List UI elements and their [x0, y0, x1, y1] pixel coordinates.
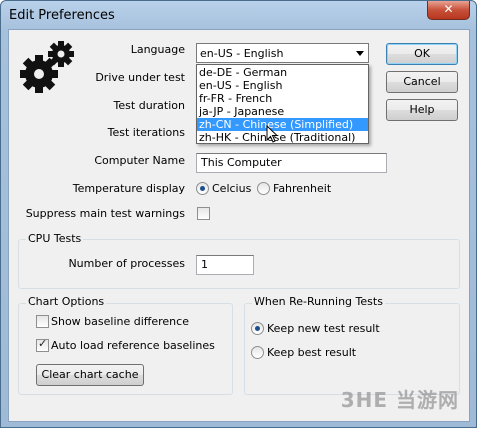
- suppress-label: Suppress main test warnings: [25, 207, 185, 220]
- language-option[interactable]: de-DE - German: [197, 66, 368, 79]
- keep-new-radio[interactable]: [251, 322, 264, 335]
- mouse-cursor-icon: [266, 125, 279, 143]
- fahrenheit-radio[interactable]: [257, 182, 270, 195]
- celcius-radio[interactable]: [196, 182, 209, 195]
- title-bar: Edit Preferences ✕: [1, 1, 476, 29]
- computer-name-label: Computer Name: [94, 154, 185, 167]
- ok-button[interactable]: OK: [386, 43, 458, 65]
- gears-icon: [20, 41, 74, 93]
- language-option-highlighted[interactable]: zh-CN - Chinese (Simplified): [197, 118, 368, 131]
- dialog-body: Language Drive under test Test duration …: [8, 29, 470, 422]
- watermark-logo: 3HE 当游网: [340, 388, 459, 412]
- keep-best-label: Keep best result: [267, 346, 357, 359]
- language-option[interactable]: zh-HK - Chinese (Traditional): [197, 131, 368, 144]
- show-baseline-label: Show baseline difference: [51, 315, 189, 328]
- processes-label: Number of processes: [68, 257, 185, 270]
- language-label: Language: [130, 43, 185, 56]
- help-button[interactable]: Help: [386, 99, 458, 121]
- computer-name-field[interactable]: This Computer: [196, 153, 387, 173]
- window-title: Edit Preferences: [9, 8, 115, 23]
- chart-options-title: Chart Options: [26, 295, 107, 308]
- suppress-warnings-checkbox[interactable]: [197, 207, 210, 220]
- language-option[interactable]: ja-JP - Japanese: [197, 105, 368, 118]
- keep-new-label: Keep new test result: [267, 322, 380, 335]
- language-selected-value: en-US - English: [200, 47, 284, 60]
- processes-field[interactable]: 1: [196, 255, 254, 275]
- language-dropdown: de-DE - German en-US - English fr-FR - F…: [196, 64, 369, 144]
- cancel-button[interactable]: Cancel: [386, 71, 458, 93]
- drive-label: Drive under test: [95, 71, 185, 84]
- preferences-window: Edit Preferences ✕ Language Drive under …: [0, 0, 477, 428]
- close-icon: ✕: [443, 2, 454, 16]
- close-button[interactable]: ✕: [427, 1, 470, 20]
- language-select[interactable]: en-US - English: [196, 43, 369, 63]
- fahrenheit-label: Fahrenheit: [273, 182, 332, 195]
- show-baseline-checkbox[interactable]: [36, 315, 49, 328]
- auto-load-label: Auto load reference baselines: [51, 339, 215, 352]
- language-option[interactable]: en-US - English: [197, 79, 368, 92]
- chevron-down-icon[interactable]: [356, 51, 364, 56]
- duration-label: Test duration: [113, 99, 185, 112]
- cpu-tests-title: CPU Tests: [26, 232, 84, 245]
- language-option[interactable]: fr-FR - French: [197, 92, 368, 105]
- celcius-label: Celcius: [212, 182, 252, 195]
- rerun-title: When Re-Running Tests: [252, 295, 385, 308]
- auto-load-checkbox[interactable]: [36, 337, 49, 352]
- temperature-label: Temperature display: [72, 182, 185, 195]
- keep-best-radio[interactable]: [251, 346, 264, 359]
- clear-chart-cache-button[interactable]: Clear chart cache: [36, 364, 144, 386]
- iterations-label: Test iterations: [107, 126, 185, 139]
